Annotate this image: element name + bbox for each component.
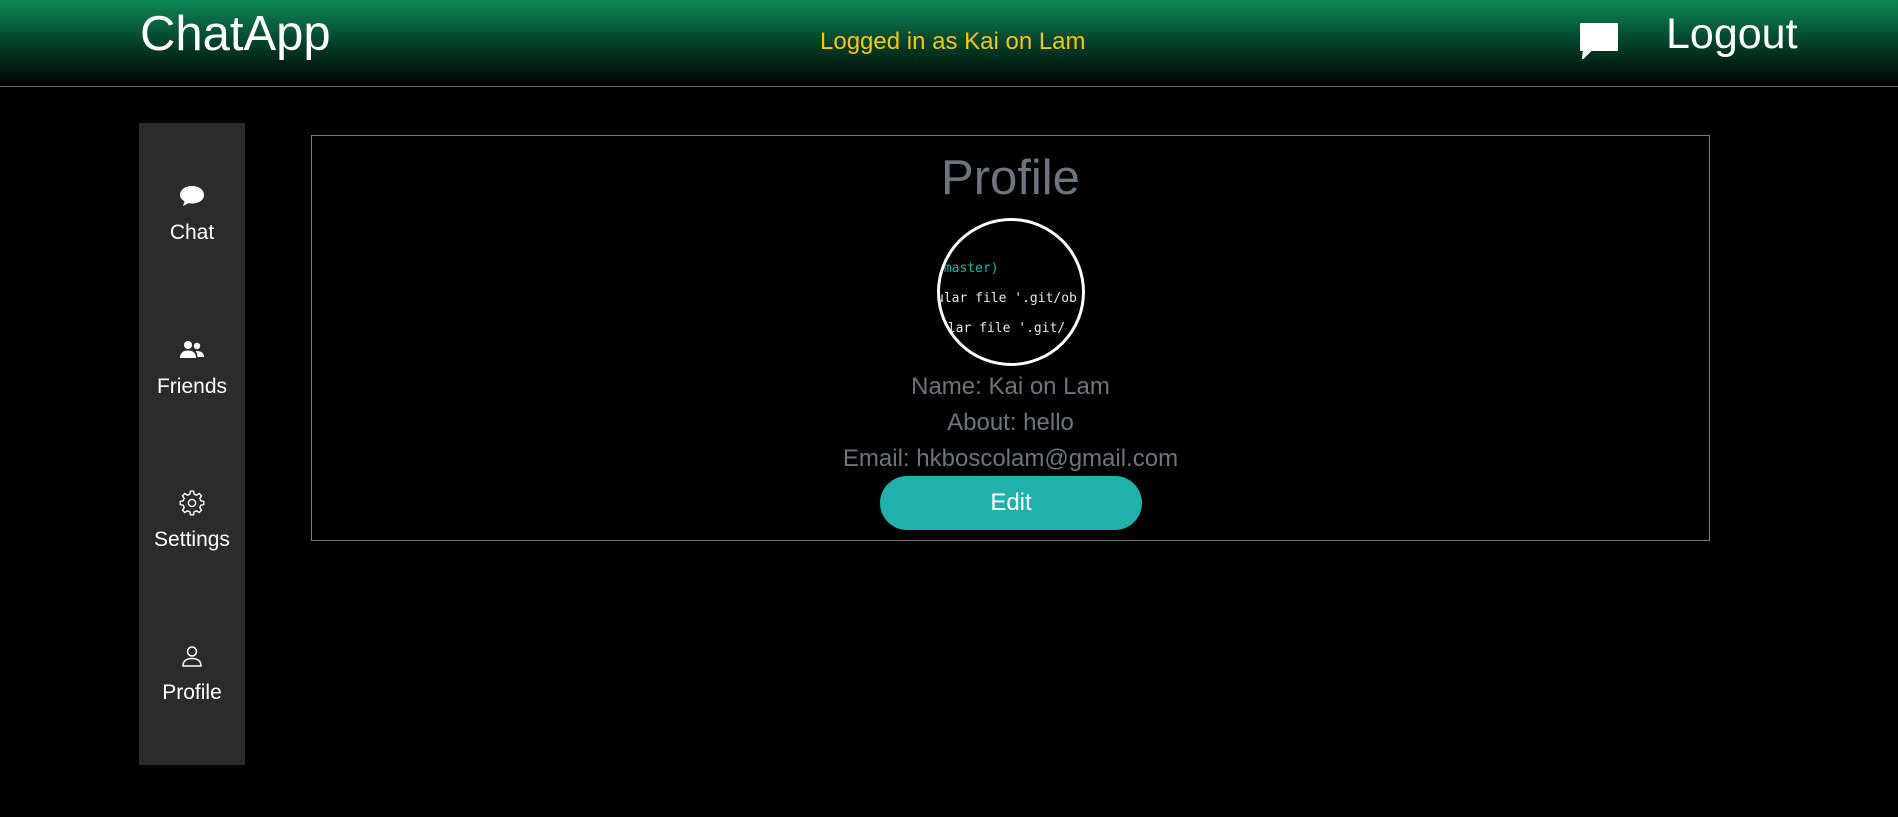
avatar-text-line: ular file '.git/ [940,321,1066,336]
chat-bubble-icon[interactable] [1578,20,1620,62]
sidebar-item-label: Profile [162,681,222,704]
profile-about: About: hello [947,409,1074,436]
edit-profile-button[interactable]: Edit [880,476,1142,530]
sidebar-item-chat[interactable]: Chat [139,183,245,283]
avatar-text-line: ular file '.git/ob [937,291,1077,306]
sidebar-item-label: Settings [154,528,230,551]
sidebar-item-label: Chat [169,221,215,244]
profile-email: Email: hkboscolam@gmail.com [842,445,1179,472]
sidebar-item-profile[interactable]: Profile [139,643,245,743]
sidebar: Chat Friends Settings Profile [139,123,245,765]
gear-icon [179,490,205,516]
page-title: Profile [941,151,1080,205]
friends-icon [180,341,204,358]
app-brand[interactable]: ChatApp [140,7,331,62]
profile-name: Name: Kai on Lam [911,373,1110,400]
profile-card: Profile (master) ular file '.git/ob ular… [311,135,1710,541]
logged-in-status: Logged in as Kai on Lam [820,28,1086,55]
sidebar-item-settings[interactable]: Settings [139,490,245,590]
logout-button[interactable]: Logout [1666,10,1798,59]
user-icon [182,646,202,667]
sidebar-item-label: Friends [156,375,228,398]
avatar-text-line: (master) [937,261,999,276]
avatar[interactable]: (master) ular file '.git/ob ular file '.… [937,218,1085,366]
chat-icon [180,186,204,206]
top-navbar: ChatApp Logged in as Kai on Lam Logout [0,0,1898,87]
sidebar-item-friends[interactable]: Friends [139,337,245,437]
